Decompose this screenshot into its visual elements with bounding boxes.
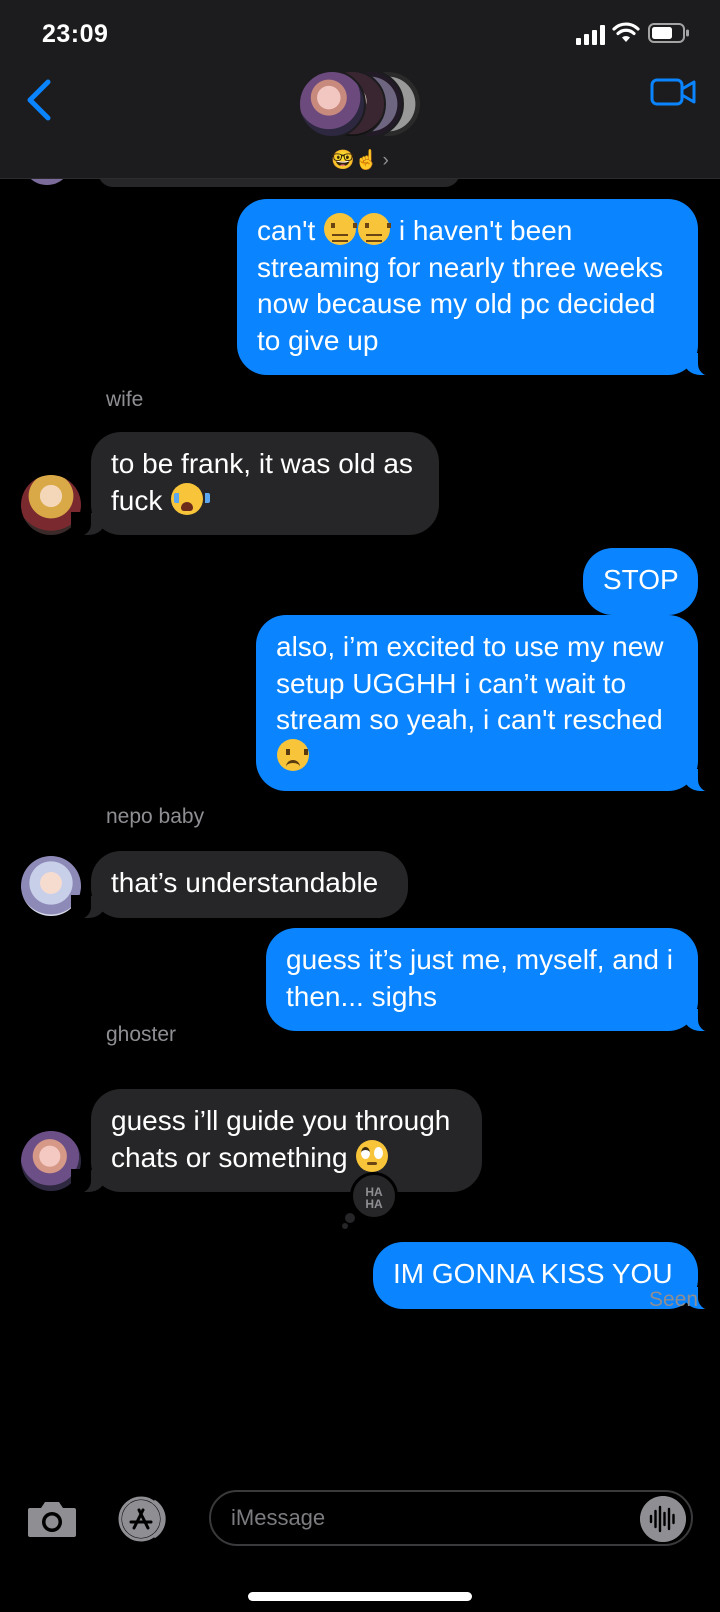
imessage-input[interactable] [209,1490,693,1546]
group-name-label: 🤓☝️ [331,150,379,171]
read-receipt: Seen [648,1288,698,1311]
status-time: 23:09 [42,20,109,48]
message-bubble-outgoing[interactable]: can't i haven't been streaming for nearl… [237,199,718,376]
message-bubble-incoming[interactable]: guess i’ll guide you through chats or so… [71,1089,482,1193]
cellular-signal-icon [576,25,605,45]
message-thread[interactable]: can't i haven't been streaming for nearl… [0,179,720,1479]
face-with-rolling-eyes-emoji-icon [356,1139,389,1172]
avatar [298,70,366,138]
message-bubble-incoming[interactable]: to be frank, it was old as fuck [71,432,439,536]
camera-icon[interactable] [26,1499,78,1539]
group-name[interactable]: 🤓☝️ › [0,148,720,172]
message-bubble-outgoing[interactable]: guess it’s just me, myself, and i then..… [266,928,718,1032]
status-bar: 23:09 [0,0,720,64]
message-text: also, i’m excited to use my new setup UG… [276,631,664,772]
message-bubble-outgoing[interactable]: also, i’m excited to use my new setup UG… [256,615,718,792]
conversation-header: 🤓☝️ › [0,64,720,179]
message-text: can't i haven't been streaming for nearl… [257,213,664,356]
sob-emoji-icon [171,482,211,515]
audio-waveform-icon[interactable] [640,1496,686,1542]
message-bubble-incoming[interactable]: that’s understandable [71,851,408,918]
tapback-tail [342,1223,348,1229]
frowning-emoji-icon [277,738,309,771]
group-avatars[interactable] [298,70,422,142]
sender-name: wife [106,388,144,411]
tapback-tail [345,1213,355,1223]
video-camera-icon[interactable] [650,74,696,108]
message-bubble-incoming[interactable] [98,179,460,187]
battery-icon [648,23,689,43]
message-text: STOP [603,564,679,595]
home-indicator[interactable] [248,1592,472,1601]
haha-tapback-icon[interactable]: HA HA [350,1172,398,1220]
avatar [22,179,72,185]
message-text: to be frank, it was old as fuck [111,448,413,516]
compose-bar [0,1480,720,1590]
chevron-right-icon: › [382,150,389,171]
confounded-emoji-icon [358,213,392,245]
sender-name: nepo baby [106,805,205,828]
confounded-emoji-icon [324,213,358,245]
message-text: that’s understandable [111,867,379,898]
wifi-icon [612,22,640,42]
message-text: IM GONNA KISS YOU [393,1258,673,1289]
chevron-left-icon[interactable] [22,76,56,124]
sender-name: ghoster [106,1023,177,1046]
message-text: guess i’ll guide you through chats or so… [111,1105,451,1173]
app-store-icon[interactable] [114,1496,176,1542]
message-bubble-outgoing[interactable]: STOP [583,548,698,615]
message-text: guess it’s just me, myself, and i then..… [286,944,673,1012]
